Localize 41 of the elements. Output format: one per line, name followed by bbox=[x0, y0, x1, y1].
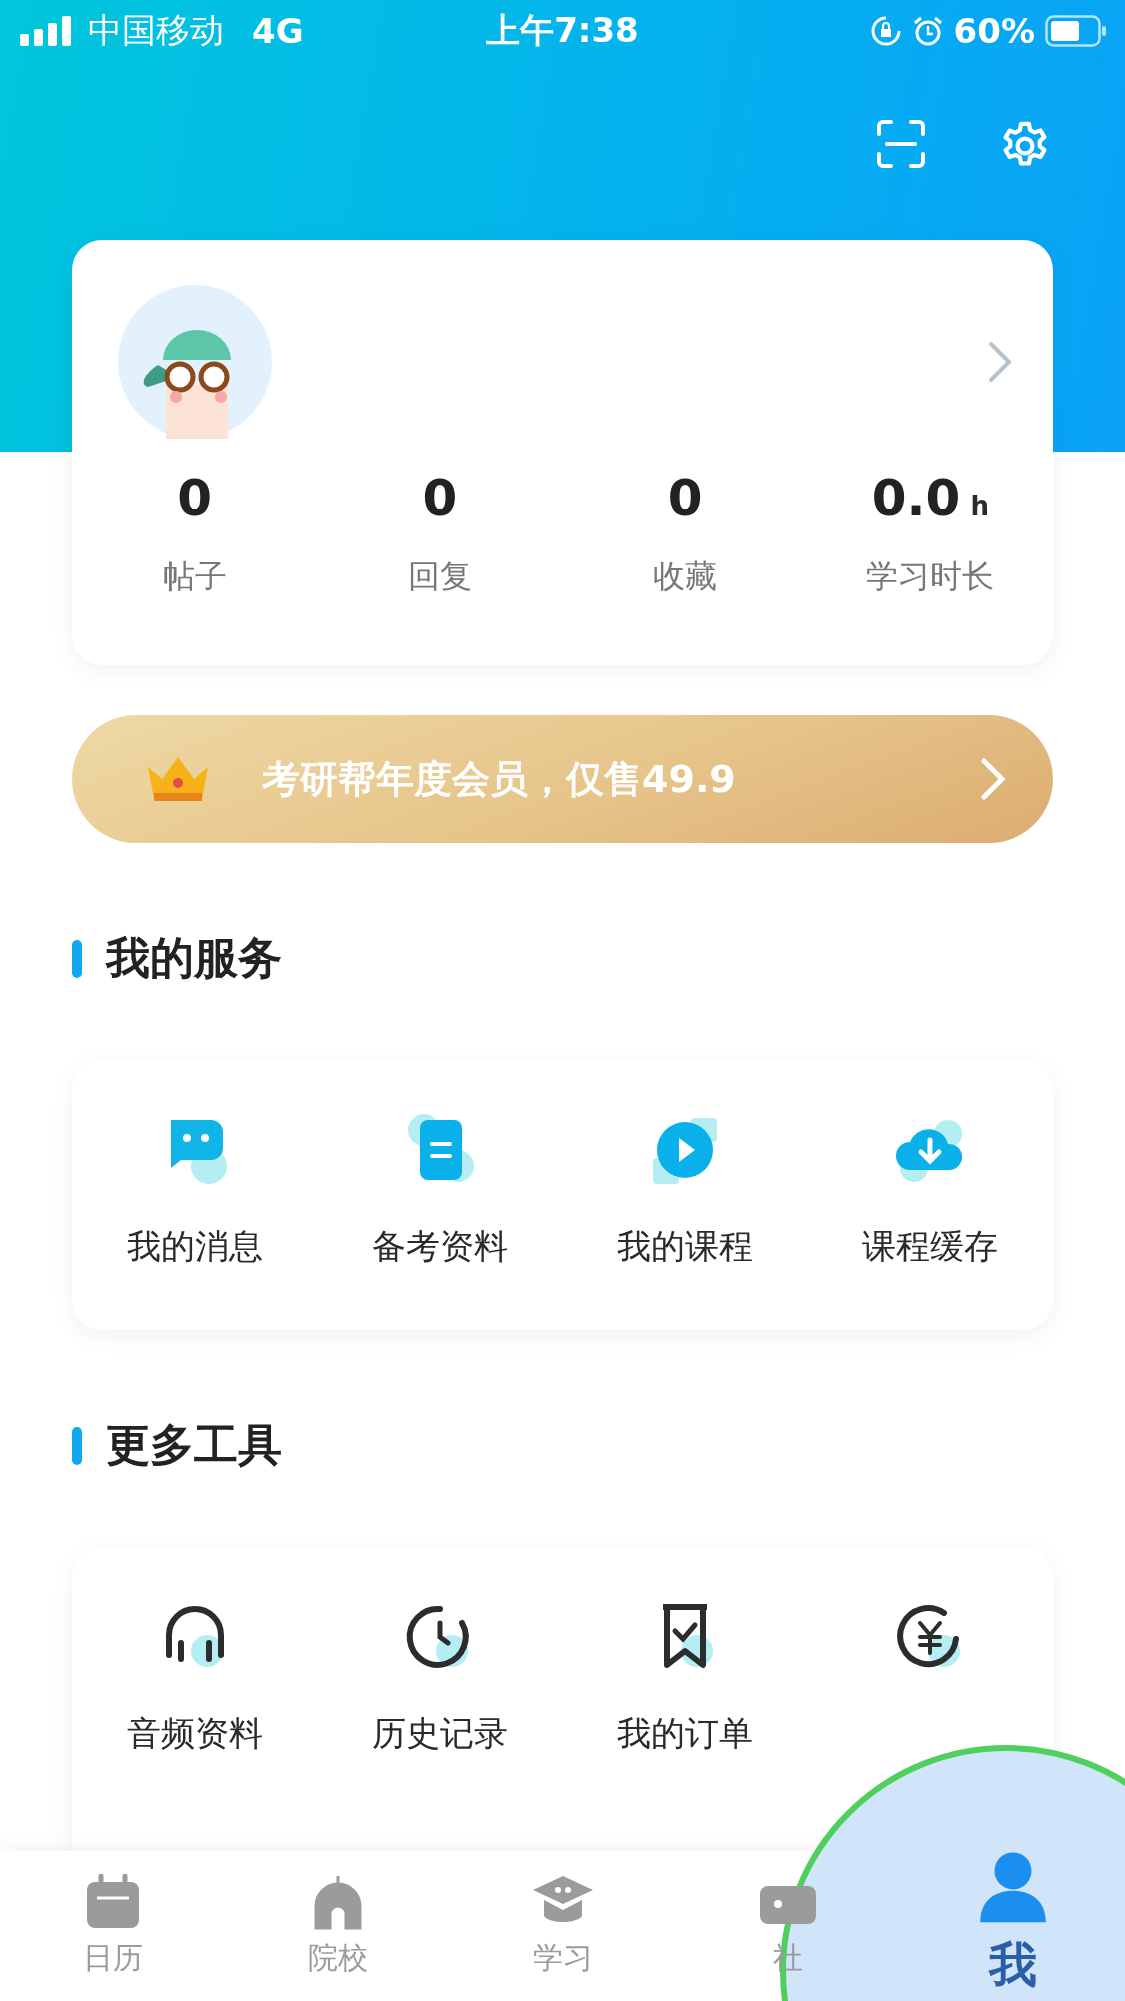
stat-label: 学习时长 bbox=[866, 556, 995, 597]
stat-value: 0 bbox=[177, 469, 212, 527]
menu-item-label: 音频资料 bbox=[126, 1712, 263, 1755]
tab-label: 我 bbox=[988, 1935, 1037, 1994]
section-marker bbox=[72, 1426, 82, 1465]
membership-banner[interactable]: 考研帮年度会员，仅售49.9 bbox=[72, 715, 1053, 843]
menu-item-label: 我的消息 bbox=[126, 1225, 263, 1268]
chevron-right-icon[interactable] bbox=[987, 340, 1013, 384]
carrier-text: 中国移动 bbox=[88, 9, 224, 52]
chevron-right-icon bbox=[979, 757, 1007, 801]
menu-item-label: 历史记录 bbox=[371, 1712, 508, 1755]
alarm-icon bbox=[911, 15, 944, 47]
tab[interactable]: 院校 bbox=[225, 1851, 450, 2001]
battery-text: 60% bbox=[953, 11, 1035, 51]
tab-label: 日历 bbox=[82, 1938, 143, 1977]
stat-label: 帖子 bbox=[162, 556, 227, 597]
banner-text: 考研帮年度会员，仅售49.9 bbox=[262, 755, 737, 803]
tab[interactable]: 学习 bbox=[450, 1851, 675, 2001]
section-title: 我的服务 bbox=[106, 931, 282, 985]
section-title: 更多工具 bbox=[106, 1418, 282, 1472]
clock-text: 上午7:38 bbox=[486, 9, 639, 52]
network-text: 4G bbox=[252, 11, 304, 51]
stat-label: 回复 bbox=[407, 556, 472, 597]
stat-value: 0 bbox=[667, 469, 703, 527]
scan-icon[interactable] bbox=[875, 118, 927, 170]
stat-label: 收藏 bbox=[653, 556, 718, 597]
stat-value: 0 bbox=[422, 469, 458, 527]
tab[interactable]: 日历 bbox=[0, 1851, 225, 2001]
menu-item-label: 课程缓存 bbox=[862, 1225, 999, 1268]
menu-item-label: 我的订单 bbox=[617, 1712, 754, 1755]
stat-unit: h bbox=[970, 491, 989, 521]
tab-label: 院校 bbox=[307, 1938, 368, 1977]
section-marker bbox=[72, 939, 82, 978]
rotation-lock-icon bbox=[869, 15, 902, 47]
battery-icon bbox=[1045, 15, 1107, 47]
menu-item-label: 我的课程 bbox=[617, 1225, 754, 1268]
stat-value: 0.0 bbox=[871, 469, 961, 527]
tab[interactable]: 我 bbox=[900, 1851, 1125, 2001]
avatar[interactable] bbox=[118, 285, 272, 439]
menu-item-label: 备考资料 bbox=[371, 1225, 508, 1268]
tab-label: 学习 bbox=[532, 1938, 593, 1977]
